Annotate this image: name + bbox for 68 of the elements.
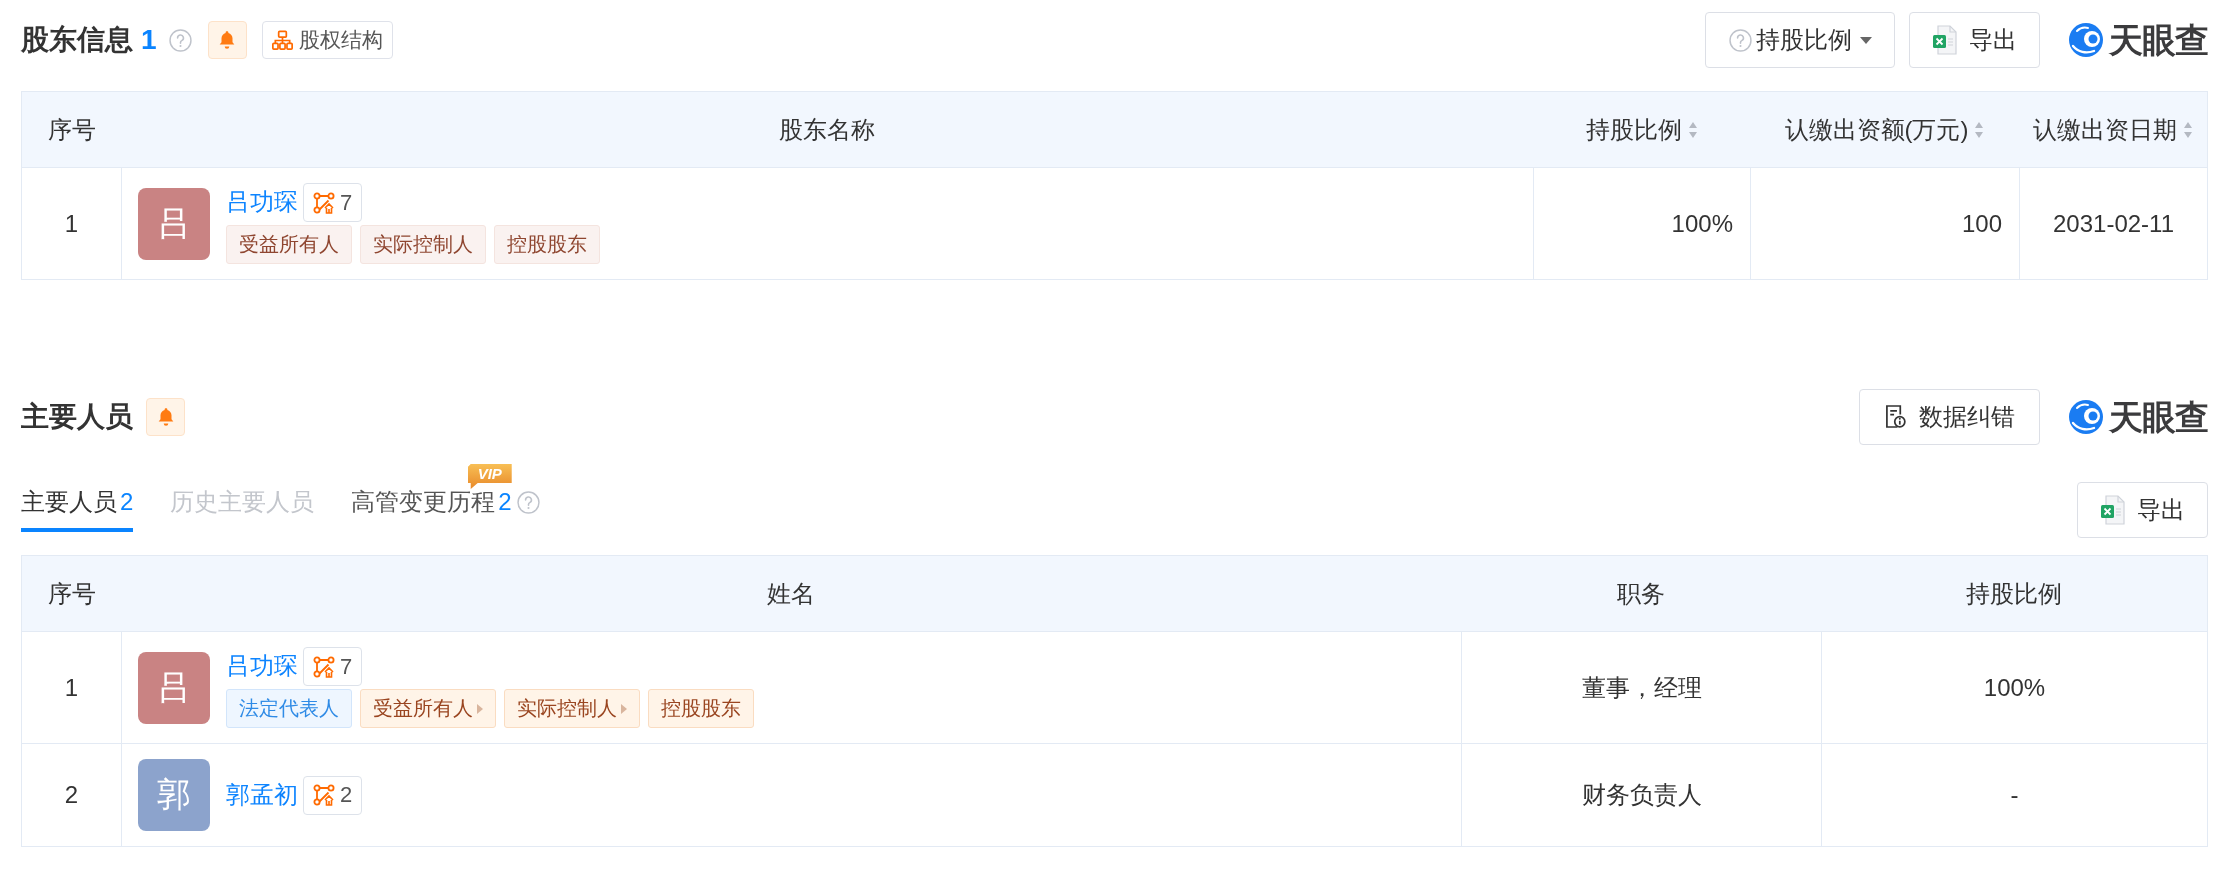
column-header: 序号 xyxy=(47,578,96,609)
sort-icon xyxy=(1687,120,1698,139)
shareholder-count: 1 xyxy=(141,26,157,54)
role-tag[interactable]: 实际控制人 xyxy=(504,689,640,728)
tab[interactable]: 高管变更历程2 xyxy=(351,486,540,532)
bell-button[interactable] xyxy=(207,21,247,59)
sortable-column-header[interactable]: 持股比例 xyxy=(1585,113,1698,146)
network-icon xyxy=(313,191,335,214)
table-cell: 100 xyxy=(1750,168,2019,279)
section-title: 主要人员 xyxy=(21,402,133,431)
avatar: 郭 xyxy=(138,759,210,831)
table-cell-text: 2 xyxy=(63,780,80,810)
person-name-link[interactable]: 吕功琛 xyxy=(226,188,298,217)
export-button[interactable]: 导出 xyxy=(1909,12,2040,68)
sort-icon xyxy=(2183,120,2193,139)
logo-icon xyxy=(2068,22,2104,58)
section-title: 股东信息 xyxy=(21,26,133,54)
table-cell: 财务负责人 xyxy=(1461,744,1821,846)
role-tag: 控股股东 xyxy=(494,225,600,264)
caret-icon xyxy=(477,703,483,714)
export-button[interactable]: 导出 xyxy=(2077,482,2208,538)
table-cell-text: 1 xyxy=(63,672,80,703)
role-tag: 控股股东 xyxy=(648,689,754,728)
network-icon xyxy=(313,784,335,806)
column-header: 股东名称 xyxy=(779,114,875,145)
person-name-link[interactable]: 郭孟初 xyxy=(226,780,298,810)
table-cell: 100% xyxy=(1533,168,1750,279)
help-icon[interactable] xyxy=(516,490,540,514)
logo-text: 天眼查 xyxy=(2109,399,2208,434)
document-info-icon xyxy=(1884,404,1906,429)
relation-count-button[interactable]: 7 xyxy=(303,647,363,686)
sortable-column-header[interactable]: 认缴出资日期 xyxy=(2033,113,2193,146)
sort-icon xyxy=(1974,120,1985,139)
ratio-dropdown[interactable]: 持股比例 xyxy=(1705,12,1895,68)
spreadsheet-icon xyxy=(1932,25,1957,55)
avatar: 吕 xyxy=(138,651,210,724)
column-header: 姓名 xyxy=(767,578,815,609)
org-chart-icon xyxy=(271,29,293,51)
help-icon[interactable] xyxy=(1728,28,1752,52)
person-name-link[interactable]: 吕功琛 xyxy=(226,652,298,681)
bell-button[interactable] xyxy=(146,397,185,436)
role-tag: 实际控制人 xyxy=(360,225,486,264)
table-cell-text: 1 xyxy=(63,208,80,239)
table-cell: - xyxy=(1821,744,2207,846)
vip-badge: VIP xyxy=(467,464,512,489)
help-icon[interactable] xyxy=(168,28,192,52)
sortable-column-header[interactable]: 认缴出资额(万元) xyxy=(1784,113,1985,146)
role-tag: 受益所有人 xyxy=(226,225,352,264)
avatar: 吕 xyxy=(138,187,210,260)
spreadsheet-icon xyxy=(2100,495,2125,525)
role-tag[interactable]: 受益所有人 xyxy=(360,689,496,728)
role-tag: 法定代表人 xyxy=(226,689,352,728)
caret-icon xyxy=(621,703,627,714)
data-correction-button[interactable]: 数据纠错 xyxy=(1859,388,2040,445)
relation-count-button[interactable]: 2 xyxy=(303,775,363,815)
column-header: 职务 xyxy=(1617,578,1665,609)
table-cell: 2031-02-11 xyxy=(2019,168,2207,279)
table-cell: 100% xyxy=(1821,632,2207,743)
column-header: 序号 xyxy=(47,114,96,145)
logo-text: 天眼查 xyxy=(2109,23,2208,57)
equity-structure-button[interactable]: 股权结构 xyxy=(261,21,393,59)
relation-count-button[interactable]: 7 xyxy=(303,183,363,222)
tab[interactable]: 主要人员2 xyxy=(21,486,134,532)
logo-icon xyxy=(2068,398,2104,435)
column-header: 持股比例 xyxy=(1966,578,2062,609)
caret-icon xyxy=(1859,36,1872,44)
table-cell: 董事，经理 xyxy=(1461,632,1821,743)
network-icon xyxy=(313,655,335,678)
